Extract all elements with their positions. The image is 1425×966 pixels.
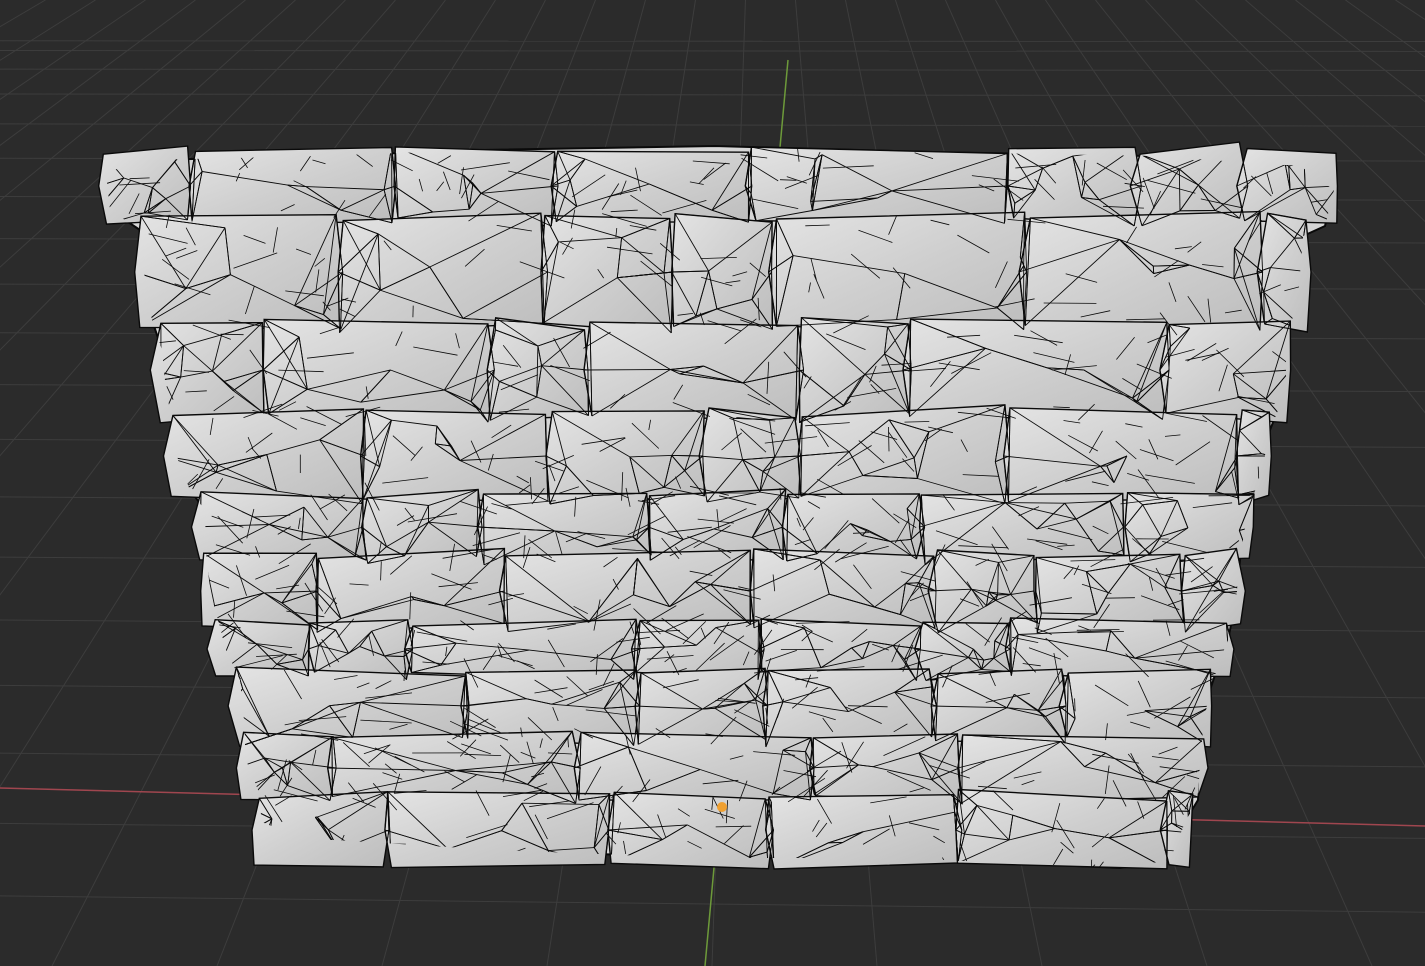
stone-block[interactable] [133,213,344,330]
stone-block[interactable] [162,408,366,505]
mesh-edge [1074,698,1076,712]
grid-line [0,0,46,28]
stone-block[interactable] [1058,668,1213,748]
mesh-edge [1035,557,1037,592]
mesh-edge [583,369,671,371]
mesh-edge [1133,146,1167,151]
stone-block[interactable] [1004,617,1235,678]
mesh-edge [483,494,485,565]
object-origin-point[interactable] [717,802,727,812]
grid-line [1295,0,1425,103]
mesh-edge [1005,502,1065,504]
stone-block[interactable] [1256,212,1312,333]
stone-block[interactable] [1002,407,1240,503]
stone-wall-mesh[interactable] [75,141,1366,887]
grid-line [0,93,1425,97]
stone-block[interactable] [744,146,1009,225]
grid-line [0,49,1425,52]
mesh-edge [384,655,405,657]
stone-block[interactable] [955,788,1169,870]
stone-block[interactable] [486,317,590,422]
grid-line [0,0,146,101]
mesh-edge [1257,466,1260,479]
viewport-canvas[interactable] [0,0,1425,966]
stone-block[interactable] [1235,409,1273,506]
mesh-edge [403,670,405,682]
stone-block[interactable] [634,667,769,746]
stone-block[interactable] [809,733,964,805]
stone-block[interactable] [749,548,937,629]
mesh-edge [261,322,264,371]
mesh-edge [220,333,244,336]
grid-line [0,123,1425,127]
grid-line [0,40,1425,43]
stone-block[interactable] [797,404,1011,505]
grid-line [0,68,1425,71]
stone-block[interactable] [798,316,913,423]
grid-line [1245,0,1425,156]
grid-line [1395,0,1425,21]
stone-block[interactable] [251,790,390,868]
3d-viewport[interactable] [0,0,1425,966]
stone-block[interactable] [315,547,506,634]
grid-line [0,895,1425,913]
stone-block[interactable] [583,321,805,421]
mesh-edge [671,454,703,457]
grid-line [0,0,96,61]
mesh-edge [888,426,890,452]
stone-block[interactable] [337,212,549,334]
grid-line [0,0,196,147]
mesh-edge [1105,597,1135,599]
